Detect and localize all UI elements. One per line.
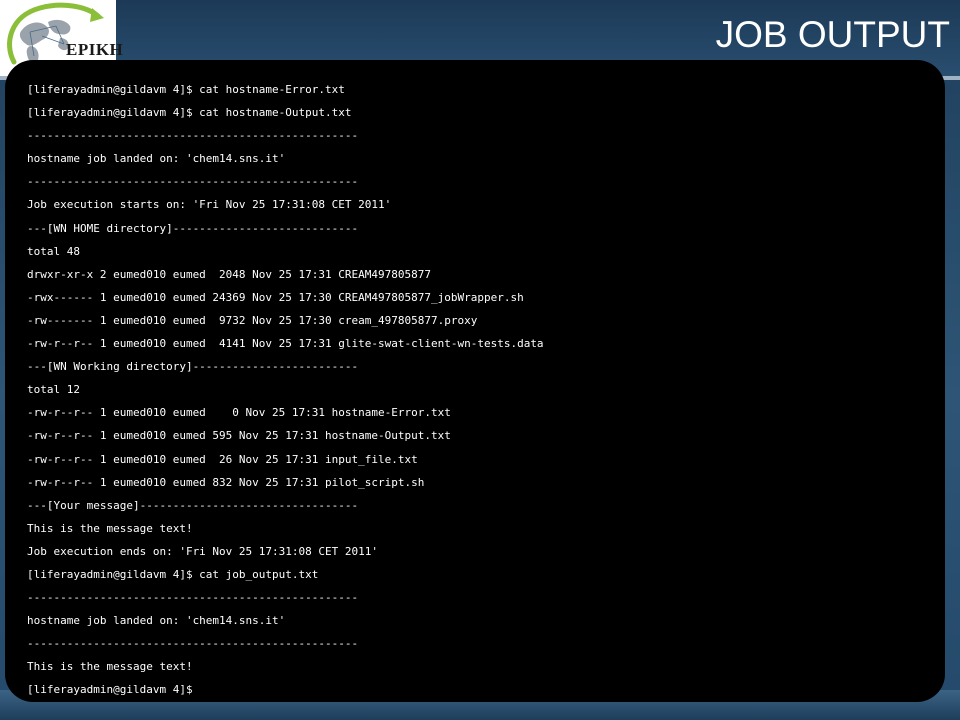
terminal-line: -rw------- 1 eumed010 eumed 9732 Nov 25 … bbox=[27, 313, 478, 327]
terminal-line: [liferayadmin@gildavm 4]$ cat hostname-E… bbox=[27, 83, 345, 96]
terminal-line: ----------------------------------------… bbox=[27, 129, 359, 143]
terminal-line: [liferayadmin@gildavm 4]$ cat hostname-O… bbox=[27, 106, 352, 120]
terminal-line: [liferayadmin@gildavm 4]$ cat job_output… bbox=[27, 567, 319, 581]
terminal-line: This is the message text! bbox=[27, 521, 193, 535]
terminal-line: Job execution starts on: 'Fri Nov 25 17:… bbox=[27, 198, 392, 212]
terminal-line: ----------------------------------------… bbox=[27, 591, 359, 605]
terminal-line: ----------------------------------------… bbox=[27, 637, 359, 651]
terminal-line: ----------------------------------------… bbox=[27, 175, 359, 189]
logo-text: EPIKH bbox=[66, 40, 124, 59]
terminal-line: -rw-r--r-- 1 eumed010 eumed 0 Nov 25 17:… bbox=[27, 406, 451, 420]
terminal-line: hostname job landed on: 'chem14.sns.it' bbox=[27, 152, 286, 166]
terminal-line: -rw-r--r-- 1 eumed010 eumed 26 Nov 25 17… bbox=[27, 452, 418, 466]
terminal-line: Job execution ends on: 'Fri Nov 25 17:31… bbox=[27, 544, 378, 558]
terminal-line: This is the message text! bbox=[27, 660, 193, 674]
terminal-line: ---[Your message]-----------------------… bbox=[27, 498, 359, 512]
terminal-output: [liferayadmin@gildavm 4]$ cat hostname-E… bbox=[27, 78, 925, 702]
terminal-window[interactable]: [liferayadmin@gildavm 4]$ cat hostname-E… bbox=[5, 60, 945, 702]
terminal-line: hostname job landed on: 'chem14.sns.it' bbox=[27, 614, 286, 628]
terminal-line: drwxr-xr-x 2 eumed010 eumed 2048 Nov 25 … bbox=[27, 267, 431, 281]
terminal-line: [liferayadmin@gildavm 4]$ bbox=[27, 683, 193, 697]
terminal-line: ---[WN HOME directory]------------------… bbox=[27, 221, 359, 235]
terminal-line: -rw-r--r-- 1 eumed010 eumed 832 Nov 25 1… bbox=[27, 475, 425, 489]
terminal-line: -rw-r--r-- 1 eumed010 eumed 595 Nov 25 1… bbox=[27, 429, 451, 443]
terminal-line: total 48 bbox=[27, 244, 80, 258]
terminal-line: -rw-r--r-- 1 eumed010 eumed 4141 Nov 25 … bbox=[27, 337, 544, 351]
terminal-line: -rwx------ 1 eumed010 eumed 24369 Nov 25… bbox=[27, 290, 524, 304]
terminal-line: ---[WN Working directory]---------------… bbox=[27, 360, 359, 374]
page-title: JOB OUTPUT bbox=[715, 14, 950, 55]
terminal-line: total 12 bbox=[27, 383, 80, 397]
